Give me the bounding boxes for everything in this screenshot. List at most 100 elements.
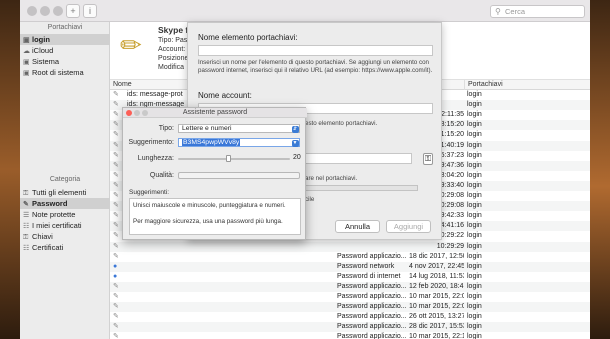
- row-kind: Password applicazio...: [337, 282, 406, 290]
- sidebar-keychain-icloud[interactable]: ☁ iCloud: [20, 45, 110, 56]
- row-modified: 10:29:29: [436, 242, 464, 250]
- sidebar-category-chiavi[interactable]: ⚿ Chiavi: [20, 231, 110, 242]
- item-name-field[interactable]: [198, 45, 433, 56]
- info-button[interactable]: i: [83, 4, 97, 18]
- zoom-window-button[interactable]: [53, 6, 63, 16]
- sidebar-category-password[interactable]: ✎ Password: [20, 198, 110, 209]
- row-keychain: login: [467, 161, 482, 169]
- tips-box: Unisci maiuscole e minuscole, punteggiat…: [129, 198, 301, 235]
- row-modified: 28 dic 2017, 15:53:42: [409, 323, 464, 331]
- key-icon: ✎: [113, 161, 119, 169]
- close-assistant-button[interactable]: [126, 110, 132, 116]
- length-slider[interactable]: [178, 158, 290, 160]
- search-icon: ⚲: [495, 7, 501, 16]
- sidebar-category-tutti-gli-elementi[interactable]: ⚿ Tutti gli elementi: [20, 187, 110, 198]
- tip-1: Unisci maiuscole e minuscole, punteggiat…: [133, 202, 286, 209]
- search-placeholder: Cerca: [505, 7, 526, 16]
- key-icon: ✎: [113, 323, 119, 331]
- table-row[interactable]: ✎ Password applicazio... 12 feb 2020, 18:4…: [110, 281, 590, 292]
- show-password-label[interactable]: cile: [305, 196, 314, 204]
- column-keychain[interactable]: Portachiavi: [464, 80, 590, 90]
- table-row[interactable]: ● Password network 4 nov 2017, 22:45:05log…: [110, 261, 590, 272]
- quality-meter: [178, 172, 300, 179]
- key-icon: ✎: [113, 141, 119, 149]
- key-icon: ✎: [113, 333, 119, 339]
- key-icon: ✎: [113, 91, 119, 98]
- table-row[interactable]: ✎ Password applicazio... 28 dic 2017, 15:5…: [110, 322, 590, 333]
- close-window-button[interactable]: [27, 6, 37, 16]
- info-icon: i: [89, 6, 91, 16]
- password-field[interactable]: [305, 153, 412, 164]
- zoom-assistant-button[interactable]: [142, 110, 148, 116]
- type-value: Lettere e numeri: [182, 125, 232, 132]
- row-keychain: login: [467, 232, 482, 240]
- row-modified: 14 lug 2018, 11:53:06: [409, 272, 464, 280]
- row-keychain: login: [467, 91, 482, 98]
- key-icon: ✎: [113, 222, 119, 230]
- table-row[interactable]: ✎ Password applicazio... 26 ott 2015, 13:2…: [110, 312, 590, 322]
- row-modified: 10 mar 2015, 22:14:31: [409, 333, 464, 339]
- sidebar-keychain-root-di-sistema[interactable]: ▣ Root di sistema: [20, 67, 110, 78]
- suggestion-value: B3MS4pwpWVv8y: [182, 139, 241, 146]
- minimize-window-button[interactable]: [40, 6, 50, 16]
- table-row[interactable]: ✎ 10:29:29 login: [110, 241, 590, 252]
- sidebar-category-note-protette[interactable]: ☰ Note protette: [20, 209, 110, 220]
- table-row[interactable]: ✎ Password applicazio... 10 mar 2015, 22:0…: [110, 292, 590, 302]
- type-label: Tipo:: [158, 125, 174, 132]
- row-keychain: login: [467, 171, 482, 179]
- key-icon: ✎: [113, 282, 119, 290]
- sidebar-keychain-label: login: [32, 35, 50, 44]
- assistant-title: Assistente password: [182, 109, 248, 116]
- sidebar-category-label: Password: [32, 199, 68, 208]
- row-modified: 26 ott 2015, 13:27:20: [409, 313, 464, 321]
- add-button-label: +: [70, 6, 76, 16]
- table-row[interactable]: ● Password di internet 14 lug 2018, 11:53:…: [110, 272, 590, 282]
- table-row[interactable]: ✎ Password applicazio... 10 mar 2015, 22:0…: [110, 302, 590, 313]
- pencil-icon: ✏: [120, 30, 142, 60]
- key-icon: ✎: [113, 202, 119, 210]
- password-strength-bar: [305, 185, 418, 191]
- add-button[interactable]: Aggiungi: [386, 220, 431, 233]
- row-kind: Password applicazio...: [337, 333, 406, 339]
- row-keychain: login: [467, 313, 482, 321]
- cancel-button[interactable]: Annulla: [335, 220, 380, 233]
- search-input[interactable]: ⚲ Cerca: [490, 5, 585, 18]
- row-keychain: login: [467, 252, 482, 260]
- row-kind: Password applicazio...: [337, 252, 406, 260]
- table-row[interactable]: ✎ Password applicazio... 10 mar 2015, 22:1…: [110, 332, 590, 339]
- row-keychain: login: [467, 293, 482, 300]
- row-keychain: login: [467, 222, 482, 230]
- sidebar-keychain-sistema[interactable]: ▣ Sistema: [20, 56, 110, 67]
- sidebar-category-label: I miei certificati: [32, 221, 82, 230]
- row-kind: Password applicazio...: [337, 303, 406, 311]
- row-keychain: login: [467, 303, 482, 311]
- certificate-icon: ☷: [23, 245, 30, 252]
- add-item-button[interactable]: +: [66, 4, 80, 18]
- suggestion-combo[interactable]: B3MS4pwpWVv8y ▼: [178, 138, 300, 147]
- table-row[interactable]: ✎ Password applicazio... 18 dic 2017, 12:5…: [110, 252, 590, 262]
- row-modified: 4 nov 2017, 22:45:05: [409, 262, 464, 270]
- row-keychain: login: [467, 262, 482, 270]
- length-slider-knob[interactable]: [226, 155, 232, 162]
- key-icon: ✎: [113, 151, 119, 159]
- sidebar-category-label: Note protette: [32, 210, 76, 219]
- item-name-help: Inserisci un nome per l'elemento di ques…: [198, 59, 433, 74]
- row-modified: 10 mar 2015, 22:05:24: [409, 293, 464, 300]
- sidebar-category-i-miei-certificati[interactable]: ☷ I miei certificati: [20, 220, 110, 231]
- item-type: Tipo: Pas: [158, 37, 188, 44]
- sidebar-category-certificati[interactable]: ☷ Certificati: [20, 242, 110, 253]
- row-modified: 12 feb 2020, 18:41:50: [409, 282, 464, 290]
- minimize-assistant-button[interactable]: [134, 110, 140, 116]
- row-keychain: login: [467, 192, 482, 199]
- chevron-down-icon: ▼: [291, 139, 299, 147]
- key-icon: ✎: [113, 212, 119, 220]
- row-keychain: login: [467, 282, 482, 290]
- length-value: 20: [293, 154, 301, 161]
- row-keychain: login: [467, 272, 482, 280]
- key-icon[interactable]: ⚿: [423, 153, 433, 165]
- sidebar-keychain-login[interactable]: ▣ login: [20, 34, 110, 45]
- account-help: esto elemento portachiavi.: [305, 120, 378, 127]
- desktop-background-right: [590, 0, 610, 339]
- row-kind: Password di internet: [337, 272, 401, 280]
- type-select[interactable]: Lettere e numeri ⇵: [178, 124, 300, 133]
